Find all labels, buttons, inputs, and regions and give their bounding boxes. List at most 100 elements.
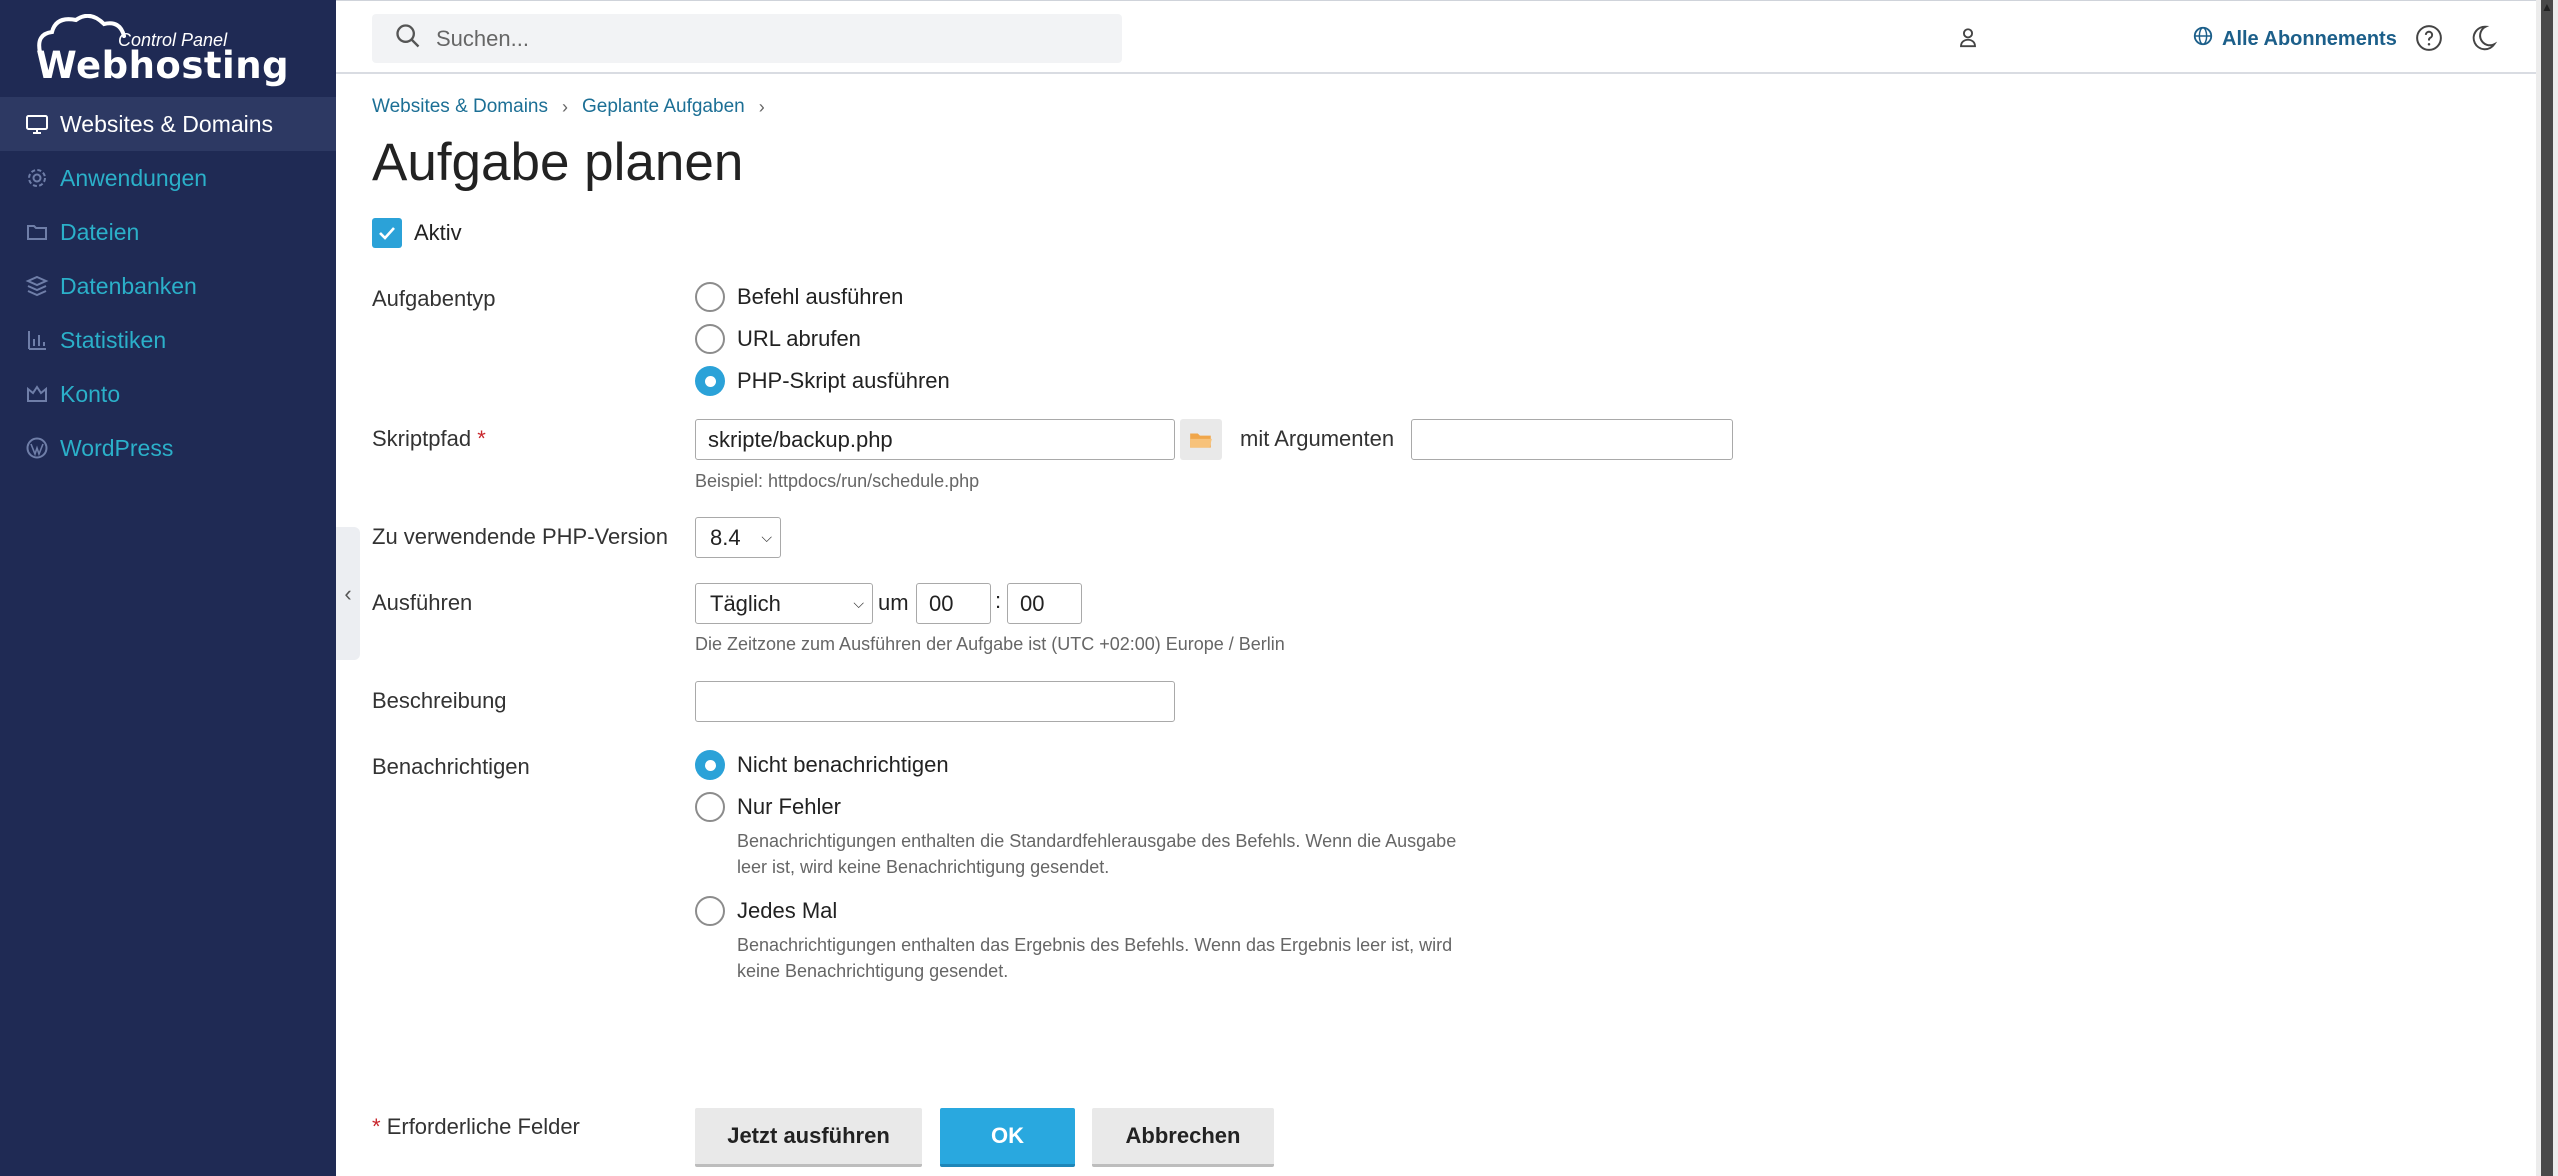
chevron-right-icon: › xyxy=(562,96,568,117)
time-separator: : xyxy=(995,588,1002,613)
script-path-input[interactable] xyxy=(695,419,1175,460)
subscriptions-switcher[interactable]: Alle Abonnements xyxy=(2192,25,2397,53)
breadcrumb: Websites & Domains › Geplante Aufgaben › xyxy=(372,96,779,118)
radio-fetch-url[interactable]: URL abrufen xyxy=(695,318,950,360)
description-label: Beschreibung xyxy=(372,688,507,713)
at-label: um xyxy=(878,590,909,615)
ok-button[interactable]: OK xyxy=(940,1108,1075,1167)
webhosting-logo[interactable]: Control Panel Webhosting xyxy=(34,14,289,87)
sidebar-item-konto[interactable]: Konto xyxy=(0,367,336,421)
required-fields-note: * Erforderliche Felder xyxy=(372,1114,580,1140)
sidebar-item-dateien[interactable]: Dateien xyxy=(0,205,336,259)
radio-circle-selected xyxy=(695,366,725,396)
radio-errors-only[interactable]: Nur Fehler xyxy=(695,786,1497,828)
sidebar-item-wordpress[interactable]: WordPress xyxy=(0,421,336,475)
radio-label: Jedes Mal xyxy=(737,898,838,923)
chevron-down-icon: ⌵ xyxy=(761,529,772,545)
breadcrumb-link-websites-domains[interactable]: Websites & Domains xyxy=(372,96,548,118)
search-bar[interactable] xyxy=(372,14,1122,63)
scroll-up-arrow[interactable]: ▲ xyxy=(2539,0,2555,14)
timezone-hint: Die Zeitzone zum Ausführen der Aufgabe i… xyxy=(695,634,1285,654)
hour-input[interactable] xyxy=(916,583,991,624)
sidebar-item-label: Statistiken xyxy=(60,326,167,353)
frequency-select[interactable]: Täglich ⌵ xyxy=(695,583,873,624)
sidebar-item-anwendungen[interactable]: Anwendungen xyxy=(0,151,336,205)
radio-label: PHP-Skript ausführen xyxy=(737,368,950,393)
task-type-radio-group: Befehl ausführen URL abrufen PHP-Skript … xyxy=(695,276,950,402)
monitor-icon xyxy=(24,111,50,137)
sidebar-item-label: Konto xyxy=(60,380,121,407)
arguments-input[interactable] xyxy=(1411,419,1733,460)
php-version-select[interactable]: 8.4 ⌵ xyxy=(695,517,781,558)
radio-run-php-script[interactable]: PHP-Skript ausführen xyxy=(695,360,950,402)
sidebar-item-label: WordPress xyxy=(60,434,174,461)
radio-circle-selected xyxy=(695,750,725,780)
sidebar-nav: Websites & Domains Anwendungen Dateien D… xyxy=(0,97,336,475)
radio-no-notify[interactable]: Nicht benachrichtigen xyxy=(695,744,1497,786)
globe-icon xyxy=(2192,25,2222,53)
sidebar-item-label: Dateien xyxy=(60,218,140,245)
radio-circle xyxy=(695,896,725,926)
search-input[interactable] xyxy=(436,25,1086,52)
collapse-sidebar-button[interactable]: ‹ xyxy=(336,527,360,660)
frequency-value: Täglich xyxy=(710,590,781,616)
wordpress-icon xyxy=(24,435,50,461)
radio-label: URL abrufen xyxy=(737,326,861,351)
radio-circle xyxy=(695,324,725,354)
breadcrumb-link-geplante-aufgaben[interactable]: Geplante Aufgaben xyxy=(582,96,745,118)
chevron-down-icon: ⌵ xyxy=(853,595,864,611)
sidebar-item-label: Websites & Domains xyxy=(60,110,274,137)
search-icon xyxy=(394,22,422,55)
sidebar-item-websites-domains[interactable]: Websites & Domains xyxy=(0,97,336,151)
required-fields-text: Erforderliche Felder xyxy=(386,1114,580,1139)
every-time-hint: Benachrichtigungen enthalten das Ergebni… xyxy=(737,935,1453,981)
sidebar-item-label: Datenbanken xyxy=(60,272,197,299)
errors-only-hint: Benachrichtigungen enthalten die Standar… xyxy=(737,831,1457,877)
sidebar-item-datenbanken[interactable]: Datenbanken xyxy=(0,259,336,313)
run-label: Ausführen xyxy=(372,590,473,615)
database-icon xyxy=(24,273,50,299)
cancel-button[interactable]: Abbrechen xyxy=(1092,1108,1274,1167)
radio-circle xyxy=(695,282,725,312)
sidebar-item-statistiken[interactable]: Statistiken xyxy=(0,313,336,367)
description-input[interactable] xyxy=(695,681,1175,722)
radio-circle xyxy=(695,792,725,822)
required-marker: * xyxy=(477,426,486,451)
bar-chart-icon xyxy=(24,327,50,353)
page-title: Aufgabe planen xyxy=(372,133,744,192)
required-marker: * xyxy=(372,1114,381,1139)
dark-mode-icon[interactable] xyxy=(2468,23,2498,53)
user-icon[interactable] xyxy=(1954,24,1982,52)
script-path-hint: Beispiel: httpdocs/run/schedule.php xyxy=(695,471,980,491)
scrollbar-thumb[interactable] xyxy=(2541,0,2553,1176)
radio-every-time[interactable]: Jedes Mal xyxy=(695,890,1497,932)
run-now-button[interactable]: Jetzt ausführen xyxy=(695,1108,922,1167)
script-path-label-text: Skriptpfad xyxy=(372,426,472,451)
help-icon[interactable] xyxy=(2414,23,2444,53)
chevron-left-icon: ‹ xyxy=(344,580,352,606)
folder-open-icon xyxy=(1190,433,1212,448)
active-label: Aktiv xyxy=(414,220,462,245)
browse-folder-button[interactable] xyxy=(1180,419,1222,460)
chevron-right-icon: › xyxy=(758,96,765,117)
radio-label: Befehl ausführen xyxy=(737,284,904,309)
radio-run-command[interactable]: Befehl ausführen xyxy=(695,276,950,318)
sidebar-item-label: Anwendungen xyxy=(60,164,208,191)
task-type-label: Aufgabentyp xyxy=(372,286,496,311)
notify-label: Benachrichtigen xyxy=(372,754,530,779)
script-path-label: Skriptpfad * xyxy=(372,426,486,452)
active-checkbox[interactable]: Aktiv xyxy=(372,218,462,248)
logo-brand: Webhosting xyxy=(36,44,290,87)
top-header: Alle Abonnements xyxy=(336,0,2536,74)
arguments-label: mit Argumenten xyxy=(1240,426,1395,451)
gear-icon xyxy=(24,165,50,191)
php-version-value: 8.4 xyxy=(710,524,741,550)
sidebar: Control Panel Webhosting Websites & Doma… xyxy=(0,0,336,1176)
folder-icon xyxy=(24,219,50,245)
subscriptions-label: Alle Abonnements xyxy=(2222,27,2397,50)
php-version-label: Zu verwendende PHP-Version xyxy=(372,524,668,549)
radio-label: Nicht benachrichtigen xyxy=(737,752,949,777)
checkmark-icon xyxy=(372,218,402,248)
minute-input[interactable] xyxy=(1007,583,1082,624)
notify-radio-group: Nicht benachrichtigen Nur Fehler Benachr… xyxy=(695,744,1497,984)
